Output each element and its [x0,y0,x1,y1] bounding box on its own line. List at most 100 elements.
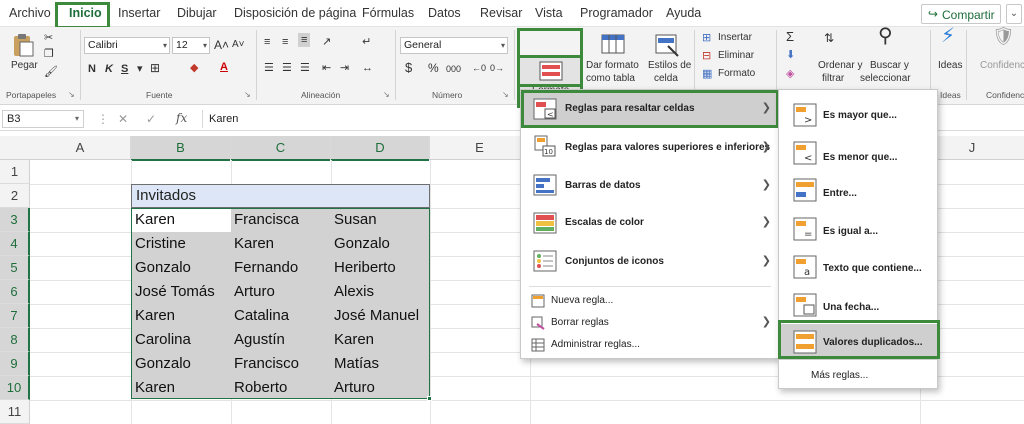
paste-icon[interactable] [10,32,36,58]
cell-d5[interactable]: Heriberto [334,256,396,280]
font-launcher-icon[interactable]: ↘ [244,90,251,99]
shrink-font-icon[interactable]: A˅ [232,38,245,52]
menu-item-clear-rules[interactable]: Borrar reglas ❯ [521,313,779,333]
submenu-item-less-than[interactable]: < Es menor que... [779,134,937,172]
number-launcher-icon[interactable]: ↘ [502,90,509,99]
tab-archivo[interactable]: Archivo [9,6,51,20]
cell-c6[interactable]: Arturo [234,280,275,304]
align-right-icon[interactable]: ☰ [300,61,310,75]
cell-c7[interactable]: Catalina [234,304,289,328]
copy-icon[interactable]: ❐ [44,47,54,61]
column-header-e[interactable]: E [430,136,530,160]
tab-revisar[interactable]: Revisar [480,6,522,20]
cell-b6[interactable]: José Tomás [135,280,215,304]
thousands-button[interactable]: 000 [446,62,461,76]
fill-color-icon[interactable]: ◆ [190,61,198,75]
ideas-label[interactable]: Ideas [938,60,962,71]
row-header-8[interactable]: 8 [0,328,30,352]
cell-styles-label-1[interactable]: Estilos de [648,60,691,71]
cell-b10[interactable]: Karen [135,376,175,400]
cell-d6[interactable]: Alexis [334,280,374,304]
row-header-1[interactable]: 1 [0,160,30,184]
find-select-label-2[interactable]: seleccionar [860,73,911,84]
font-name-select[interactable]: Calibri ▾ [84,37,170,54]
tab-datos[interactable]: Datos [428,6,461,20]
paste-label[interactable]: Pegar [11,60,38,71]
tab-inicio[interactable]: Inicio [69,6,102,20]
submenu-item-text-contains[interactable]: a Texto que contiene... [779,248,937,286]
autosum-icon[interactable]: Σ [786,30,794,44]
sort-filter-label-2[interactable]: filtrar [822,73,844,84]
delete-cells-label[interactable]: Eliminar [718,50,754,61]
cell-b7[interactable]: Karen [135,304,175,328]
sensitivity-icon[interactable]: 🛡 [992,27,1015,45]
delete-cells-icon[interactable]: ⊟ [702,49,711,63]
clipboard-launcher-icon[interactable]: ↘ [68,90,75,99]
align-left-icon[interactable]: ☰ [264,61,274,75]
tab-programador[interactable]: Programador [580,6,653,20]
cell-c8[interactable]: Agustín [234,328,285,352]
more-options-icon[interactable]: ⋮ [97,112,109,126]
cell-styles-icon[interactable] [654,32,680,58]
menu-item-manage-rules[interactable]: Administrar reglas... [521,335,779,355]
cell-c9[interactable]: Francisco [234,352,299,376]
menu-item-icon-sets[interactable]: Conjuntos de iconos ❯ [521,242,779,280]
merge-center-icon[interactable]: ↔ [362,61,373,75]
submenu-item-greater-than[interactable]: > Es mayor que... [779,96,937,134]
row-header-5[interactable]: 5 [0,256,30,280]
bold-button[interactable]: N [88,62,96,76]
share-dropdown-icon[interactable]: ⌄ [1006,4,1022,24]
submenu-item-a-date[interactable]: Una fecha... [779,286,937,324]
cell-b3[interactable]: Karen [135,208,175,232]
table-format-label-2[interactable]: como tabla [586,73,635,84]
cell-d9[interactable]: Matías [334,352,379,376]
format-cells-label[interactable]: Formato [718,68,755,79]
orientation-icon[interactable]: ↗ [322,35,331,49]
submenu-item-equal-to[interactable]: = Es igual a... [779,210,937,248]
table-format-icon[interactable] [600,32,626,58]
table-format-label-1[interactable]: Dar formato [586,60,639,71]
cell-d3[interactable]: Susan [334,208,377,232]
sensitivity-label[interactable]: Confidenc [980,60,1024,71]
column-header-c[interactable]: C [231,136,331,161]
row-header-2[interactable]: 2 [0,184,30,208]
table-title-cell[interactable]: Invitados [131,184,430,208]
increase-decimal-icon[interactable]: ←0 [472,61,486,75]
column-header-b[interactable]: B [131,136,231,161]
decrease-decimal-icon[interactable]: 0→ [490,61,504,75]
submenu-item-more-rules[interactable]: Más reglas... [779,364,937,386]
row-header-6[interactable]: 6 [0,280,30,304]
insert-cells-label[interactable]: Insertar [718,32,752,43]
tab-formulas[interactable]: Fórmulas [362,6,414,20]
tab-disposicion[interactable]: Disposición de página [234,6,356,20]
align-top-icon[interactable]: ≡ [264,35,270,49]
formula-input[interactable]: Karen [202,110,520,128]
cancel-icon[interactable]: ✕ [118,112,128,126]
row-header-4[interactable]: 4 [0,232,30,256]
tab-insertar[interactable]: Insertar [118,6,160,20]
sort-filter-label-1[interactable]: Ordenar y [818,60,862,71]
align-middle-icon[interactable]: ≡ [282,35,288,49]
borders-icon[interactable]: ⊞ [150,61,160,75]
row-header-9[interactable]: 9 [0,352,30,376]
row-header-3[interactable]: 3 [0,208,30,232]
fill-icon[interactable]: ⬇ [786,48,795,62]
percent-button[interactable]: % [428,61,439,75]
column-header-d[interactable]: D [331,136,430,161]
cell-c4[interactable]: Karen [234,232,274,256]
font-size-select[interactable]: 12 ▾ [172,37,210,54]
cell-b8[interactable]: Carolina [135,328,191,352]
row-header-11[interactable]: 11 [0,400,30,424]
cell-d8[interactable]: Karen [334,328,374,352]
currency-button[interactable]: $ [405,61,412,75]
insert-function-icon[interactable]: fx [176,111,187,125]
underline-dropdown-icon[interactable]: ▾ [137,62,143,76]
tab-dibujar[interactable]: Dibujar [177,6,217,20]
column-header-a[interactable]: A [30,136,131,160]
cell-b9[interactable]: Gonzalo [135,352,191,376]
cell-d4[interactable]: Gonzalo [334,232,390,256]
menu-item-top-bottom-rules[interactable]: 10 Reglas para valores superiores e infe… [521,128,779,166]
number-format-select[interactable]: General ▾ [400,37,508,54]
cell-b4[interactable]: Cristine [135,232,186,256]
font-color-icon[interactable]: A [220,60,228,74]
